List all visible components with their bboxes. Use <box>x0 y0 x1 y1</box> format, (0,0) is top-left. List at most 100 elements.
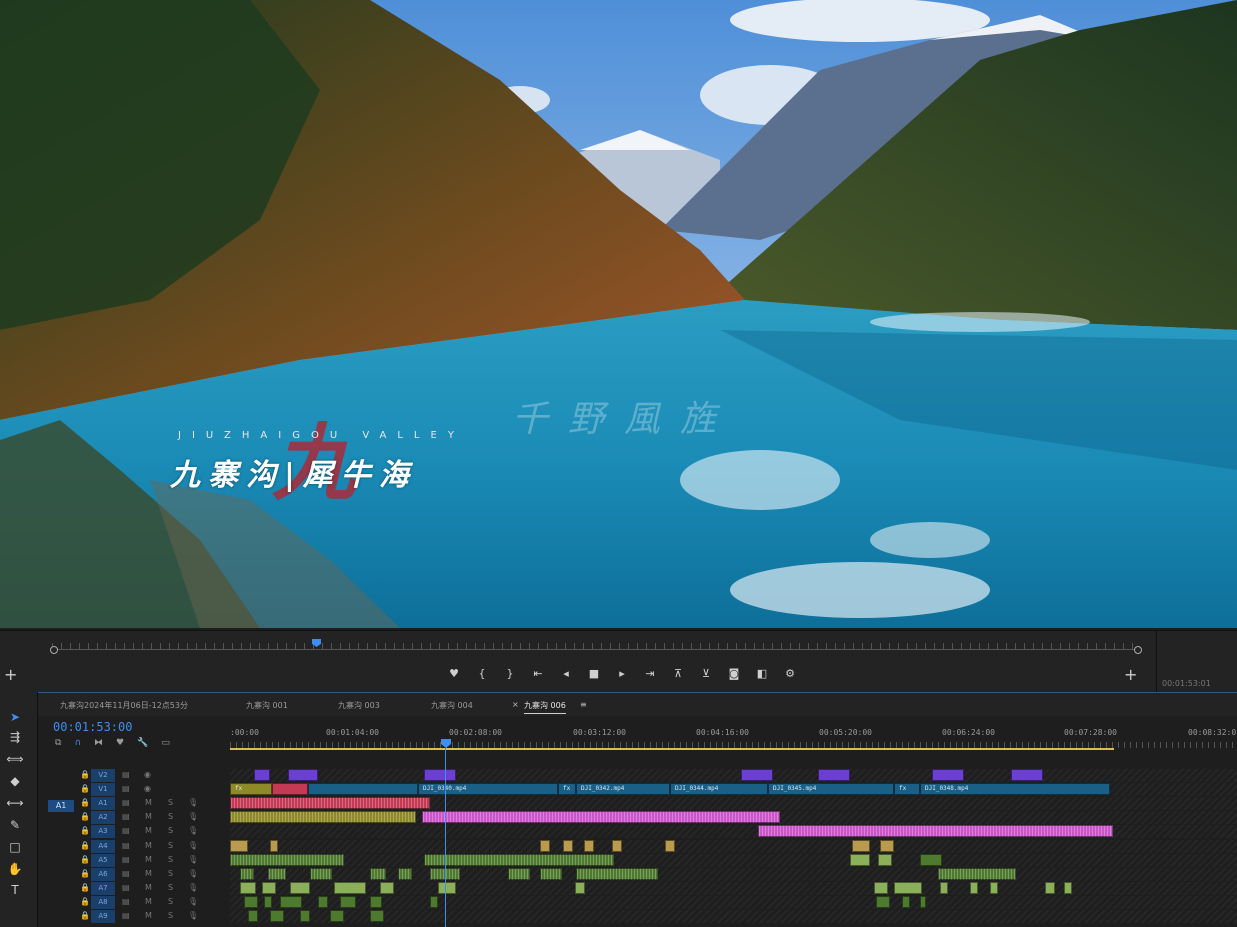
audio-clip[interactable] <box>300 910 310 922</box>
solo-button[interactable]: S <box>168 798 173 807</box>
track-target[interactable]: A1 <box>91 797 115 810</box>
mute-button[interactable]: M <box>145 826 152 835</box>
lock-icon[interactable]: 🔒 <box>80 798 90 807</box>
mute-button[interactable]: M <box>145 841 152 850</box>
microphone-icon[interactable]: 🎙 <box>188 897 198 906</box>
microphone-icon[interactable]: 🎙 <box>188 911 198 920</box>
lock-icon[interactable]: 🔒 <box>80 883 90 892</box>
solo-button[interactable]: S <box>168 883 173 892</box>
audio-clip[interactable] <box>880 840 894 852</box>
microphone-icon[interactable]: 🎙 <box>188 826 198 835</box>
toggle-proxy-icon[interactable]: ⚙ <box>776 665 804 681</box>
video-clip[interactable]: fx <box>558 783 576 795</box>
mute-button[interactable]: M <box>145 812 152 821</box>
track-target[interactable]: A6 <box>91 868 115 881</box>
track-lane-v2[interactable] <box>230 769 1237 782</box>
title-clip[interactable] <box>932 769 964 781</box>
video-clip[interactable]: DJI_0342.mp4 <box>576 783 670 795</box>
source-patch-a1[interactable]: A1 <box>48 800 74 812</box>
captions-icon[interactable]: ▭ <box>161 738 170 748</box>
solo-button[interactable]: S <box>168 841 173 850</box>
audio-clip[interactable] <box>340 896 356 908</box>
add-button-icon[interactable]: + <box>4 665 17 684</box>
audio-clip[interactable] <box>398 868 412 880</box>
stop-icon[interactable]: ■ <box>580 665 608 681</box>
audio-clip[interactable] <box>422 811 780 823</box>
ripple-edit-tool-icon[interactable]: ⟺ <box>6 752 24 768</box>
sync-lock-icon[interactable]: ▤ <box>122 841 130 850</box>
title-clip[interactable] <box>741 769 773 781</box>
mark-in-icon[interactable]: { <box>468 665 496 681</box>
video-clip[interactable]: fx <box>894 783 920 795</box>
lock-icon[interactable]: 🔒 <box>80 784 90 793</box>
video-clip[interactable]: DJI_0344.mp4 <box>670 783 768 795</box>
lock-icon[interactable]: 🔒 <box>80 841 90 850</box>
step-back-icon[interactable]: ◂ <box>552 665 580 681</box>
title-clip[interactable] <box>288 769 318 781</box>
step-forward-icon[interactable]: ▸ <box>608 665 636 681</box>
audio-clip[interactable] <box>230 854 344 866</box>
video-clip[interactable]: DJI_0348.mp4 <box>920 783 1110 795</box>
audio-clip[interactable] <box>540 868 562 880</box>
audio-clip[interactable] <box>920 854 942 866</box>
lock-icon[interactable]: 🔒 <box>80 897 90 906</box>
sync-lock-icon[interactable]: ▤ <box>122 798 130 807</box>
audio-clip[interactable] <box>430 896 438 908</box>
lift-icon[interactable]: ⊼ <box>664 665 692 681</box>
lock-icon[interactable]: 🔒 <box>80 826 90 835</box>
audio-clip[interactable] <box>318 896 328 908</box>
nest-icon[interactable]: ⧉ <box>55 738 61 748</box>
audio-clip[interactable] <box>938 868 1016 880</box>
solo-button[interactable]: S <box>168 826 173 835</box>
sync-lock-icon[interactable]: ▤ <box>122 869 130 878</box>
audio-clip[interactable] <box>878 854 892 866</box>
audio-clip[interactable] <box>1064 882 1072 894</box>
go-to-out-icon[interactable]: ⇥ <box>636 665 664 681</box>
add-marker-icon[interactable]: ♥ <box>440 665 468 681</box>
audio-clip[interactable] <box>370 910 384 922</box>
audio-clip[interactable] <box>240 882 256 894</box>
audio-clip[interactable] <box>370 868 386 880</box>
sync-lock-icon[interactable]: ▤ <box>122 784 130 793</box>
video-clip[interactable] <box>308 783 418 795</box>
audio-clip[interactable] <box>852 840 870 852</box>
audio-clip[interactable] <box>244 896 258 908</box>
track-target[interactable]: A9 <box>91 910 115 923</box>
track-lane-a5[interactable] <box>230 854 1237 867</box>
microphone-icon[interactable]: 🎙 <box>188 883 198 892</box>
audio-clip[interactable] <box>272 783 308 795</box>
comparison-view-icon[interactable]: ◧ <box>748 665 776 681</box>
microphone-icon[interactable]: 🎙 <box>188 812 198 821</box>
sync-lock-icon[interactable]: ▤ <box>122 897 130 906</box>
track-target[interactable]: A7 <box>91 882 115 895</box>
audio-clip[interactable] <box>575 882 585 894</box>
audio-clip[interactable] <box>230 797 430 809</box>
snap-icon[interactable]: ∩ <box>74 738 81 748</box>
wrench-icon[interactable]: 🔧 <box>137 738 148 748</box>
audio-clip[interactable] <box>876 896 890 908</box>
audio-clip[interactable] <box>970 882 978 894</box>
timeline-timecode[interactable]: 00:01:53:00 <box>53 720 132 734</box>
lock-icon[interactable]: 🔒 <box>80 812 90 821</box>
solo-button[interactable]: S <box>168 897 173 906</box>
audio-clip[interactable] <box>330 910 344 922</box>
track-target[interactable]: A4 <box>91 840 115 853</box>
extract-icon[interactable]: ⊻ <box>692 665 720 681</box>
scrub-end-marker[interactable] <box>1134 646 1142 654</box>
scrub-start-marker[interactable] <box>50 646 58 654</box>
close-tab-icon[interactable]: × <box>512 700 519 709</box>
slip-tool-icon[interactable]: ⟷ <box>6 796 24 812</box>
audio-clip[interactable] <box>240 868 254 880</box>
sync-lock-icon[interactable]: ▤ <box>122 812 130 821</box>
audio-clip[interactable] <box>268 868 286 880</box>
sync-lock-icon[interactable]: ▤ <box>122 911 130 920</box>
track-target[interactable]: V2 <box>91 769 115 782</box>
audio-clip[interactable] <box>576 868 658 880</box>
audio-clip[interactable] <box>280 896 302 908</box>
audio-clip[interactable] <box>424 854 614 866</box>
audio-clip[interactable] <box>612 840 622 852</box>
audio-clip[interactable] <box>262 882 276 894</box>
title-clip[interactable] <box>424 769 456 781</box>
pen-tool-icon[interactable]: ✎ <box>6 818 24 834</box>
audio-clip[interactable] <box>894 882 922 894</box>
